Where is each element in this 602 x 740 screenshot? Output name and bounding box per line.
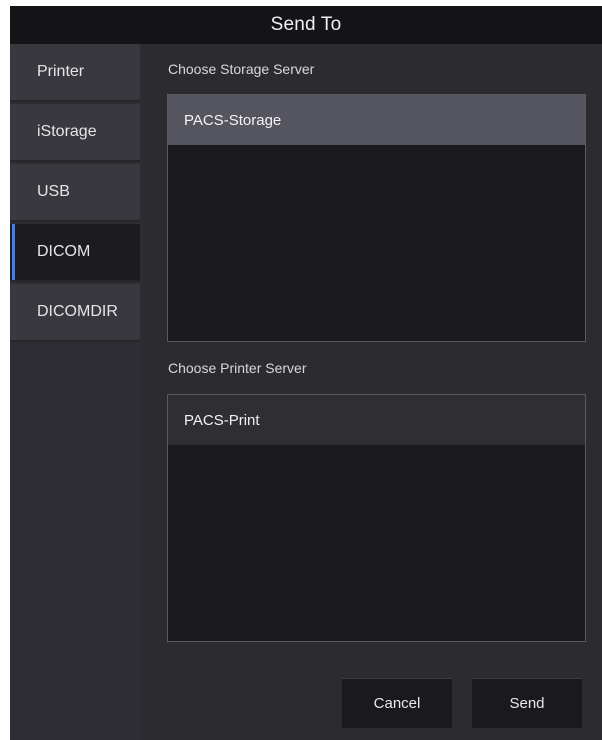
dialog-title: Send To xyxy=(10,6,602,44)
sidebar-item-label: Printer xyxy=(37,63,85,80)
cancel-button[interactable]: Cancel xyxy=(342,678,452,728)
send-to-dialog: Send To Printer iStorage USB DICOM DICOM… xyxy=(10,6,602,740)
cancel-button-label: Cancel xyxy=(373,694,421,712)
list-item-pacs-storage[interactable]: PACS-Storage xyxy=(168,95,585,145)
send-button-label: Send xyxy=(509,694,545,712)
list-item-label: PACS-Print xyxy=(184,411,260,429)
dialog-title-text: Send To xyxy=(270,14,342,35)
sidebar-item-istorage[interactable]: iStorage xyxy=(10,104,140,162)
sidebar-item-label: DICOMDIR xyxy=(37,303,118,320)
storage-server-label: Choose Storage Server xyxy=(168,61,315,77)
sidebar-item-printer[interactable]: Printer xyxy=(10,44,140,102)
main-panel: Choose Storage Server PACS-Storage Choos… xyxy=(142,44,602,740)
sidebar-item-label: USB xyxy=(37,183,70,200)
list-item-pacs-print[interactable]: PACS-Print xyxy=(168,395,585,445)
storage-server-list[interactable]: PACS-Storage xyxy=(167,94,586,342)
sidebar: Printer iStorage USB DICOM DICOMDIR xyxy=(10,44,142,740)
printer-server-list[interactable]: PACS-Print xyxy=(167,394,586,642)
sidebar-item-dicomdir[interactable]: DICOMDIR xyxy=(10,284,140,342)
send-button[interactable]: Send xyxy=(472,678,582,728)
sidebar-item-label: DICOM xyxy=(37,243,91,260)
sidebar-item-dicom[interactable]: DICOM xyxy=(10,224,140,282)
list-item-label: PACS-Storage xyxy=(184,111,282,129)
sidebar-item-label: iStorage xyxy=(37,123,97,140)
sidebar-item-usb[interactable]: USB xyxy=(10,164,140,222)
printer-server-label: Choose Printer Server xyxy=(168,360,307,376)
